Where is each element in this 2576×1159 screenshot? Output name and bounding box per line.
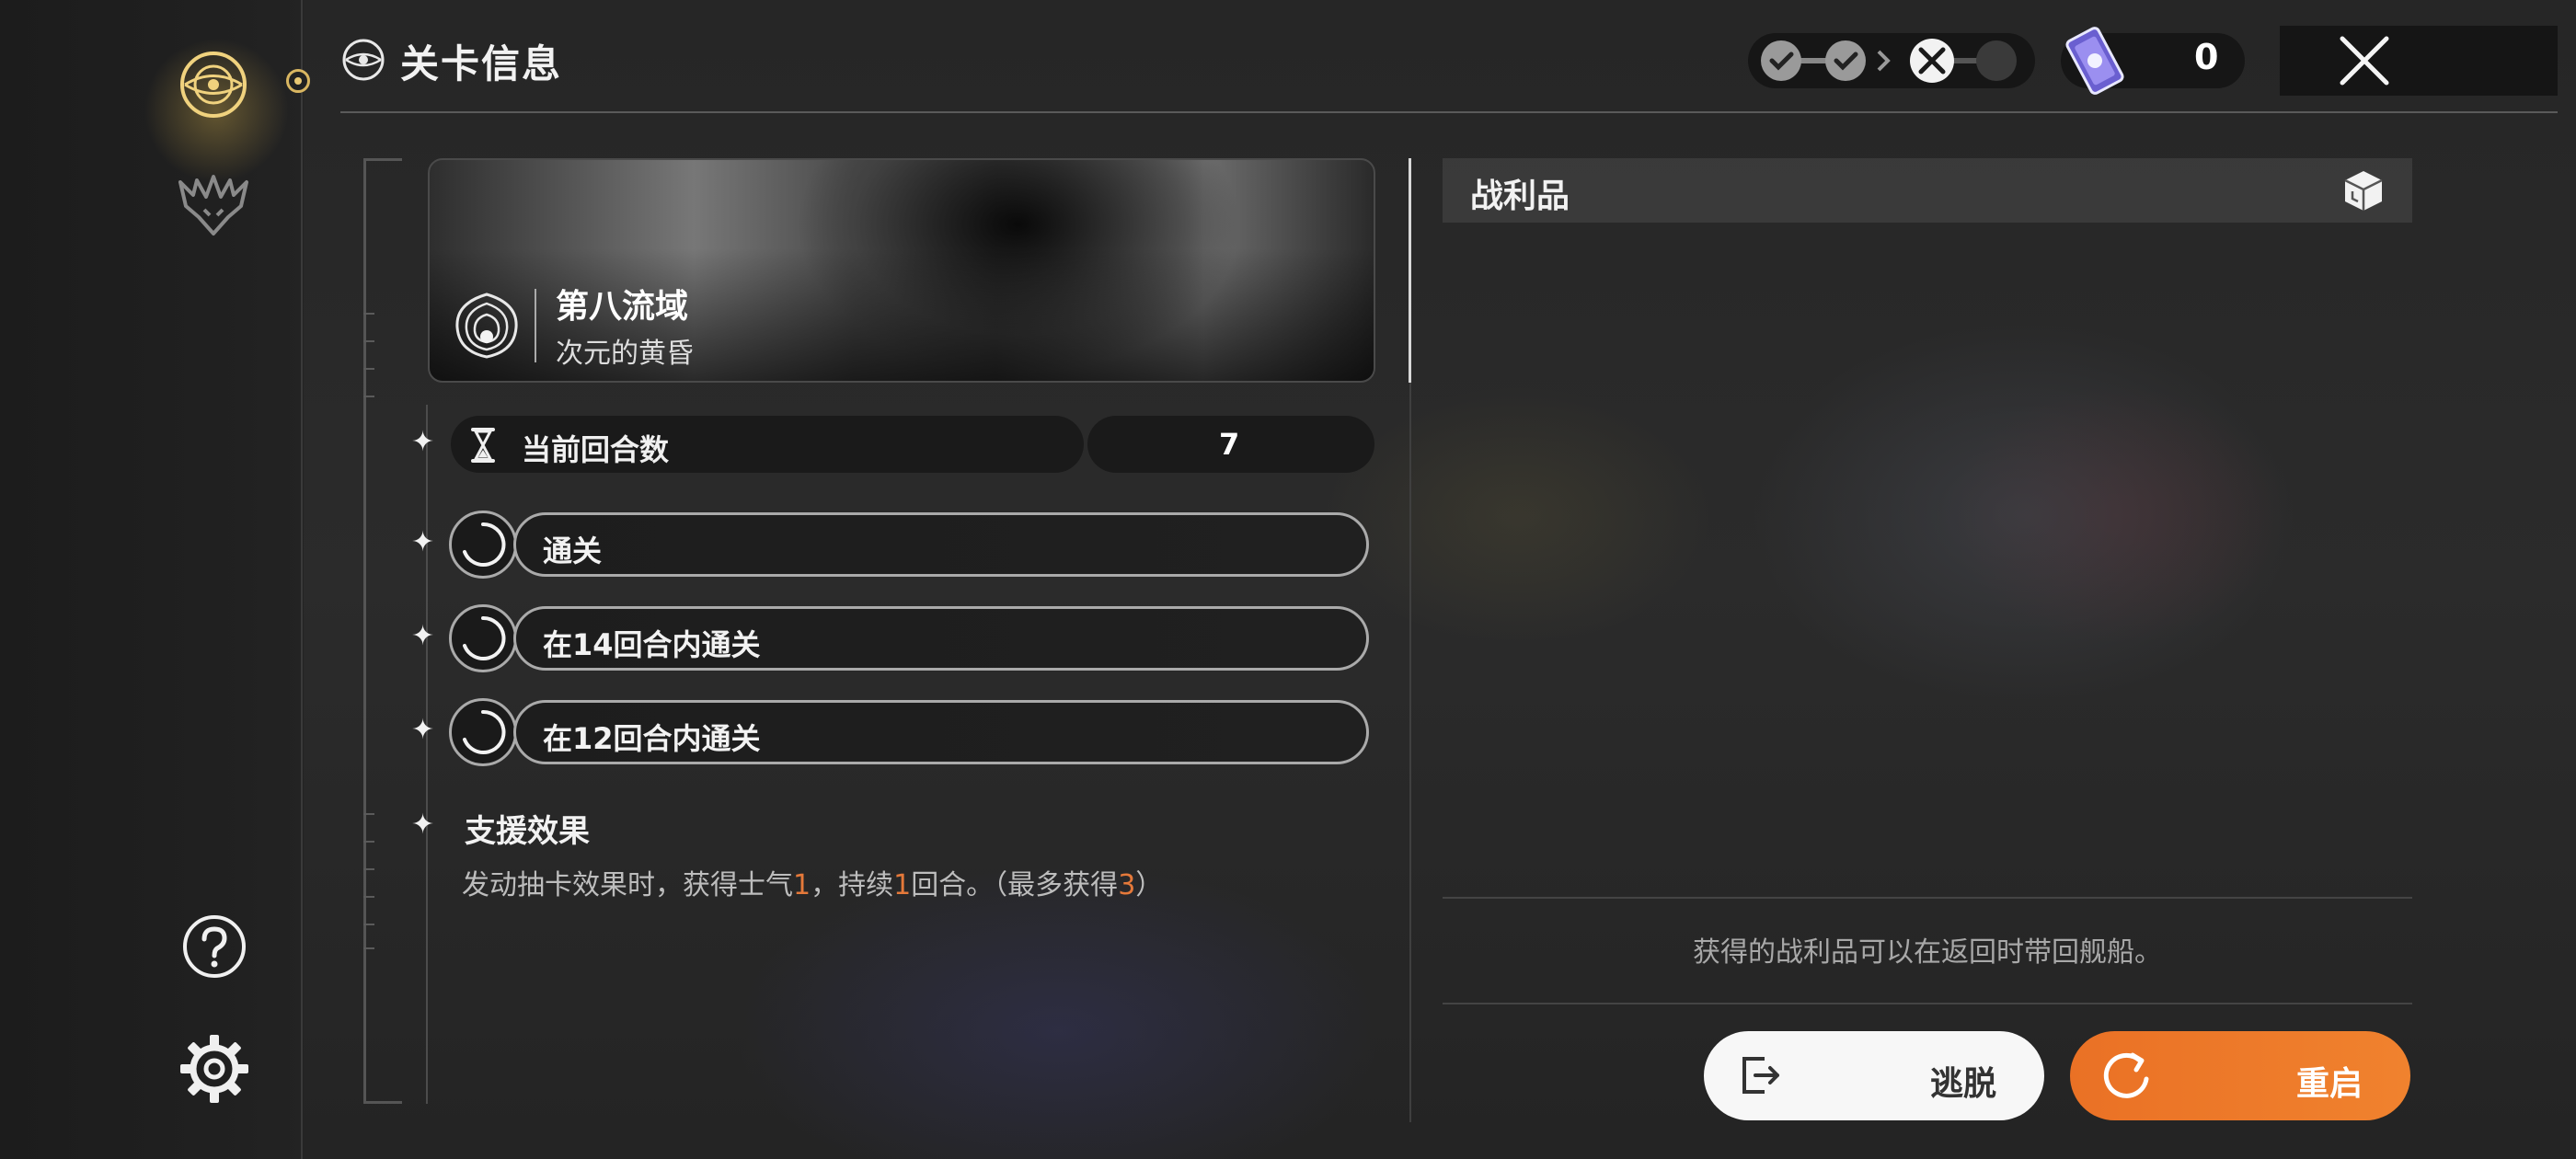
- timeline-line: [426, 405, 428, 1104]
- panel-divider: [1409, 383, 1411, 1122]
- stage-info-tab-icon[interactable]: [177, 48, 250, 121]
- page-title: 关卡信息: [400, 41, 563, 86]
- hourglass-icon: [469, 427, 497, 464]
- loot-note: 获得的战利品可以在返回时带回舰船。: [1693, 936, 2162, 969]
- objective-status-icon: [449, 698, 517, 766]
- loot-title: 战利品: [1470, 178, 1570, 215]
- support-duration-value: 1: [893, 869, 912, 901]
- timeline-tick: [363, 924, 374, 925]
- support-desc-text: 回合。（最多获得: [911, 869, 1119, 901]
- escape-button-label: 逃脱: [1929, 1065, 1996, 1103]
- objective-row: [513, 512, 1369, 577]
- restart-button[interactable]: 重启: [2070, 1031, 2410, 1120]
- timeline-tick: [363, 868, 374, 870]
- objective-status-icon: [449, 511, 517, 579]
- sparkle-icon: ✦: [411, 620, 435, 652]
- sparkle-icon: ✦: [411, 714, 435, 746]
- restart-icon: [2103, 1052, 2149, 1098]
- timeline-tick: [363, 813, 374, 815]
- close-icon: [2340, 36, 2389, 86]
- objective-label: 在12回合内通关: [543, 721, 761, 756]
- sparkle-icon: ✦: [411, 809, 435, 841]
- current-turns-value: 7: [1219, 427, 1240, 462]
- timeline-tick: [363, 396, 374, 397]
- timeline-tick: [363, 313, 374, 315]
- loot-header: [1443, 158, 2412, 223]
- stage-progress-track: [1748, 33, 2035, 88]
- stage-emblem-icon: [450, 289, 523, 362]
- current-turns-label: 当前回合数: [522, 432, 670, 467]
- card-edge-divider: [1409, 158, 1411, 383]
- loot-box-icon[interactable]: [2340, 167, 2386, 213]
- stage-name-divider: [535, 289, 536, 362]
- stage-name: 第八流域: [556, 288, 689, 326]
- stage-info-title-icon: [340, 37, 386, 83]
- restart-button-label: 重启: [2295, 1065, 2363, 1103]
- support-desc-text: ）: [1135, 869, 1164, 901]
- sparkle-icon: ✦: [411, 426, 435, 458]
- exit-icon: [1742, 1057, 1779, 1094]
- help-icon[interactable]: [180, 912, 248, 981]
- stage-banner: 第八流域 次元的黄昏: [428, 158, 1375, 383]
- timeline-tick: [363, 368, 374, 370]
- objective-label: 通关: [543, 534, 603, 568]
- timeline-bracket: [363, 158, 402, 1104]
- timeline-tick: [363, 947, 374, 949]
- support-desc-text: ，持续: [811, 869, 894, 901]
- ticket-icon: [2064, 26, 2125, 96]
- settings-gear-icon[interactable]: [178, 1032, 251, 1106]
- support-desc-text: 发动抽卡效果时，获得士气: [462, 869, 793, 901]
- timeline-tick: [363, 841, 374, 843]
- timeline-tick: [363, 340, 374, 342]
- support-effect-title: 支援效果: [465, 813, 590, 850]
- timeline-bracket-bottom: [363, 1101, 402, 1104]
- rail-divider: [301, 0, 303, 1159]
- loot-divider: [1443, 1003, 2412, 1004]
- loot-divider: [1443, 897, 2412, 899]
- support-effect-description: 发动抽卡效果时，获得士气1，持续1回合。（最多获得3）: [462, 862, 1163, 902]
- timeline-tick: [363, 896, 374, 898]
- stage-subtitle: 次元的黄昏: [556, 338, 694, 370]
- enemy-tab-icon[interactable]: [175, 167, 252, 241]
- close-button[interactable]: [2280, 26, 2558, 96]
- objective-label: 在14回合内通关: [543, 627, 761, 662]
- support-max-value: 3: [1118, 869, 1136, 901]
- escape-button[interactable]: 逃脱: [1704, 1031, 2044, 1120]
- currency-value: 0: [2194, 37, 2219, 77]
- sparkle-icon: ✦: [411, 526, 435, 558]
- header-divider: [340, 111, 2558, 113]
- timeline-bracket-top: [363, 158, 402, 161]
- selected-tab-indicator: [286, 69, 310, 93]
- objective-status-icon: [449, 604, 517, 672]
- support-morale-value: 1: [793, 869, 811, 901]
